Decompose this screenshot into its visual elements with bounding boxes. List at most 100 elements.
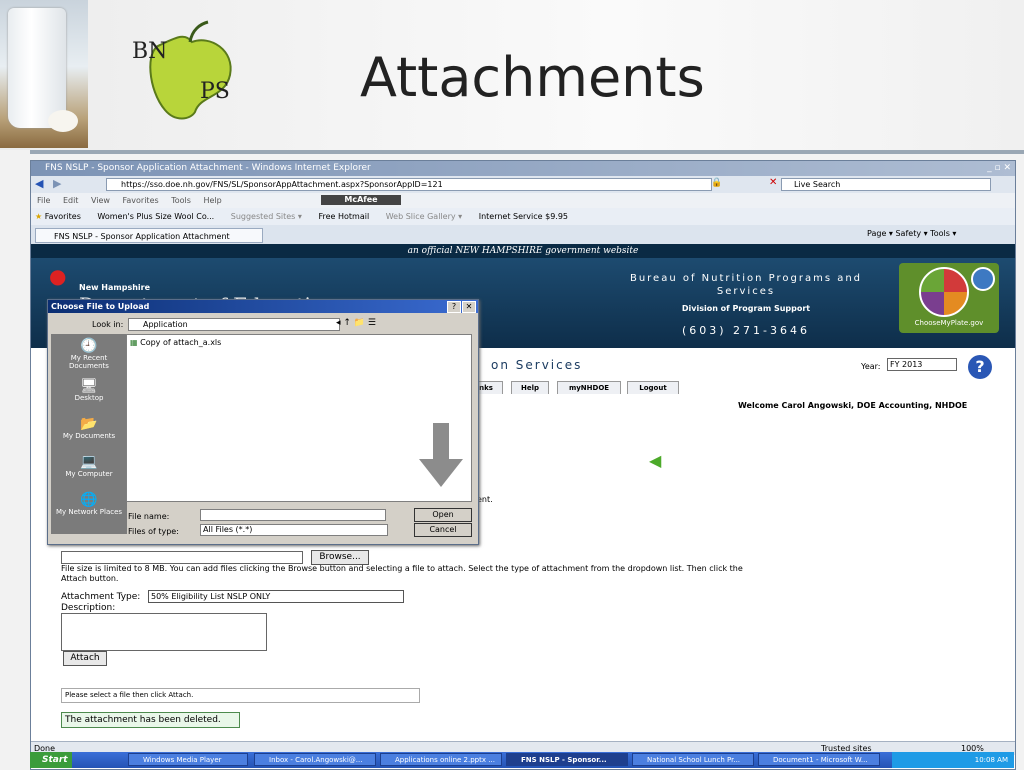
place-desktop[interactable]: 🖥 Desktop [51,378,127,402]
excel-icon: ▦ [130,338,138,347]
dialog-controls: ? ✕ [446,301,476,313]
system-tray: 10:08 AM [892,752,1014,768]
description-label: Description: [61,603,116,613]
files-of-type-select[interactable]: All Files (*.*) [200,524,388,536]
taskbar: Start Windows Media Player Inbox - Carol… [30,752,1014,768]
cancel-button[interactable]: Cancel [414,523,472,537]
browse-button[interactable]: Browse... [311,550,369,565]
bnps-logo: BN PS [132,20,232,120]
lock-icon[interactable]: 🔒 [711,178,722,188]
task-inbox[interactable]: Inbox - Carol.Angowski@... [254,753,376,766]
attachment-type-select[interactable]: 50% Eligibility List NSLP ONLY [148,590,404,603]
file-name-input[interactable] [200,509,386,521]
task-national-school-lunch[interactable]: National School Lunch Pr... [632,753,754,766]
slide-divider [30,150,1024,154]
favorite-link-5[interactable]: Internet Service $9.95 [465,212,568,221]
dialog-help-button[interactable]: ? [447,301,461,313]
place-documents[interactable]: 📂 My Documents [51,416,127,440]
file-list: ▦ Copy of attach_a.xls [126,334,472,502]
clock[interactable]: 10:08 AM [975,756,1008,764]
apple-icon: ● [49,264,67,288]
places-bar: 🕘 My Recent Documents 🖥 Desktop 📂 My Docume… [51,334,127,534]
task-fns-nslp[interactable]: FNS NSLP - Sponsor... [506,753,628,766]
nav-logout[interactable]: Logout [627,381,679,394]
dialog-close-button[interactable]: ✕ [462,301,476,313]
instruction-fragment: ent. [477,495,493,504]
official-strip: an official NEW HAMPSHIRE government web… [31,244,1015,258]
open-button[interactable]: Open [414,508,472,522]
year-select[interactable]: FY 2013 [887,358,957,371]
favorites-bar: ★ Favorites Women's Plus Size Wool Co...… [31,208,1015,225]
look-in-select[interactable]: Application [128,318,340,331]
favorite-link-3[interactable]: Free Hotmail [304,212,369,221]
back-icon[interactable]: ◀ [35,177,43,190]
place-computer[interactable]: 💻 My Computer [51,454,127,478]
address-bar-row: ◀ ▶ https://sso.doe.nh.gov/FNS/SL/Sponso… [31,176,1015,193]
dairy-icon [971,267,995,291]
menu-file[interactable]: File [31,196,50,205]
doe-state: New Hampshire [79,283,151,292]
favorite-link-1[interactable]: Women's Plus Size Wool Co... [83,212,214,221]
nav-mynhdoe[interactable]: myNHDOE [557,381,621,394]
attach-button[interactable]: Attach [63,651,107,666]
tab-sponsor-attachment[interactable]: FNS NSLP - Sponsor Application Attachmen… [35,228,263,243]
attachment-type-label: Attachment Type: [61,592,141,602]
folder-toolbar-icons[interactable]: ◂ ↑ 📁 ☰ [336,318,376,328]
menu-edit[interactable]: Edit [53,196,79,205]
logo-ps-text: PS [200,79,230,104]
task-powerpoint[interactable]: Applications online 2.pptx ... [380,753,502,766]
place-recent[interactable]: 🕘 My Recent Documents [51,338,127,370]
logo-bn-text: BN [132,39,167,64]
task-media-player[interactable]: Windows Media Player [128,753,248,766]
command-bar[interactable]: Page ▾ Safety ▾ Tools ▾ [867,229,956,238]
upload-instructions: File size is limited to 8 MB. You can ad… [61,564,743,583]
place-network[interactable]: 🌐 My Network Places [51,492,127,516]
files-of-type-label: Files of type: [128,527,179,536]
description-textarea[interactable] [61,613,267,651]
menu-view[interactable]: View [81,196,110,205]
stop-icon[interactable]: ✕ [769,177,777,188]
menu-tools[interactable]: Tools [161,196,191,205]
computer-icon: 💻 [80,454,98,470]
menu-bar: File Edit View Favorites Tools Help McAf… [31,193,1015,208]
start-button[interactable]: Start [30,752,72,768]
myplate-badge[interactable]: ChooseMyPlate.gov [899,263,999,333]
ie-title-bar: FNS NSLP - Sponsor Application Attachmen… [31,161,1015,176]
file-item[interactable]: ▦ Copy of attach_a.xls [130,338,221,347]
dialog-title: Choose File to Upload [48,300,478,313]
back-arrow-icon[interactable]: ◀ [649,451,661,470]
myplate-label: ChooseMyPlate.gov [914,319,984,327]
look-in-label: Look in: [92,320,124,329]
services-title: on Services [491,358,583,372]
help-icon[interactable]: ? [968,355,992,379]
window-controls[interactable]: _ ▫ ✕ [987,161,1011,176]
task-word[interactable]: Document1 - Microsoft W... [758,753,880,766]
bureau-title: Bureau of Nutrition Programs and Service… [629,273,863,297]
slide-title: Attachments [360,46,705,109]
division-title: Division of Program Support [681,304,811,313]
recent-icon: 🕘 [80,338,98,354]
favorites-button[interactable]: Favorites [45,212,81,221]
mcafee-button[interactable]: McAfee [321,195,401,205]
select-file-message: Please select a file then click Attach. [61,688,420,703]
favorite-link-2[interactable]: Suggested Sites ▾ [217,212,302,221]
live-search-input[interactable]: Live Search [781,178,991,191]
welcome-text: Welcome Carol Angowski, DOE Accounting, … [738,401,968,410]
star-icon: ★ [35,212,43,221]
favorite-link-4[interactable]: Web Slice Gallery ▾ [372,212,462,221]
documents-icon: 📂 [80,416,98,432]
network-icon: 🌐 [80,492,98,508]
file-name-label: File name: [128,512,170,521]
tab-bar: FNS NSLP - Sponsor Application Attachmen… [31,225,1015,244]
menu-help[interactable]: Help [193,196,221,205]
ie-title: FNS NSLP - Sponsor Application Attachmen… [45,163,371,173]
nav-help[interactable]: Help [511,381,549,394]
menu-favorites[interactable]: Favorites [113,196,159,205]
desktop-icon: 🖥 [80,378,98,394]
phone-number: (603) 271-3646 [681,324,811,337]
deleted-message: The attachment has been deleted. [61,712,240,728]
address-input[interactable]: https://sso.doe.nh.gov/FNS/SL/SponsorApp… [106,178,712,191]
plate-icon [919,267,969,317]
file-path-input[interactable] [61,551,303,564]
forward-icon[interactable]: ▶ [53,177,61,190]
